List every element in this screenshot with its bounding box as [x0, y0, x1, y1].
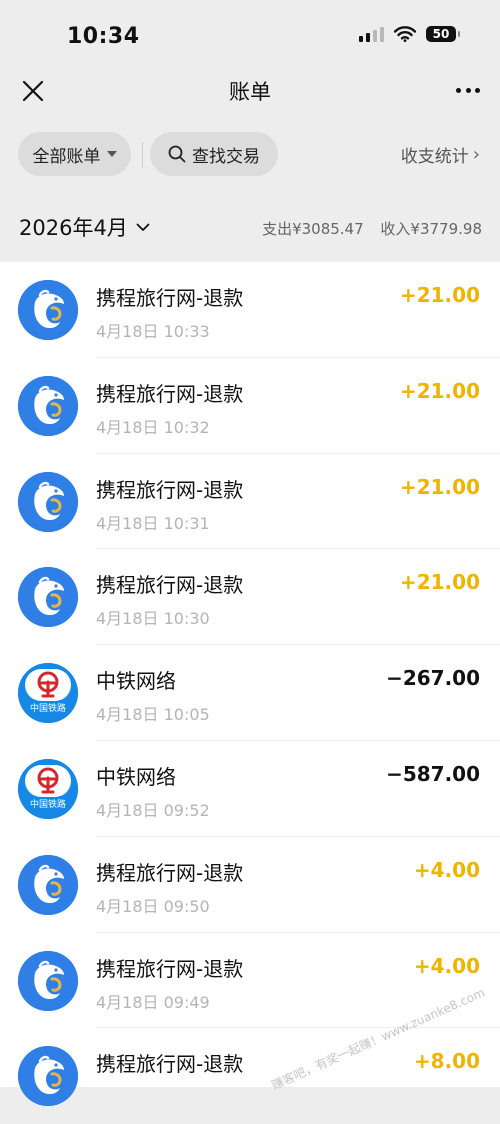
- transaction-time: 4月18日 10:31: [96, 513, 210, 533]
- chevron-right-icon: ›: [472, 144, 480, 165]
- transaction-row[interactable]: 携程旅行网-退款 +8.00: [0, 1028, 500, 1124]
- transaction-title: 中铁网络: [96, 764, 176, 789]
- transaction-title: 携程旅行网-退款: [96, 381, 244, 406]
- ctrip-dolphin-icon: [18, 471, 78, 532]
- ctrip-dolphin-icon: [18, 1046, 78, 1107]
- battery-icon: 50: [426, 26, 460, 42]
- all-bills-label: 全部账单: [32, 146, 101, 167]
- income-total: 收入¥3779.98: [380, 220, 482, 238]
- transaction-title: 携程旅行网-退款: [96, 286, 244, 310]
- chevron-down-icon: [136, 223, 150, 231]
- filter-divider: [142, 142, 143, 168]
- transaction-row[interactable]: 携程旅行网-退款 4月18日 09:50 +4.00: [0, 837, 500, 933]
- transaction-title: 中铁网络: [96, 669, 176, 694]
- china-railway-icon: 中国铁路: [18, 758, 78, 819]
- ctrip-dolphin-icon: [18, 1046, 78, 1107]
- filter-bar: 全部账单 查找交易 收支统计 ›: [0, 130, 500, 180]
- transaction-title: 携程旅行网-退款: [96, 573, 244, 598]
- more-options-icon[interactable]: [456, 80, 480, 100]
- transaction-time: 4月18日 10:32: [96, 417, 210, 437]
- transaction-time: 4月18日 09:50: [96, 896, 210, 916]
- transaction-amount: +8.00: [413, 1049, 480, 1074]
- ctrip-dolphin-icon: [18, 471, 78, 532]
- transaction-title: 携程旅行网-退款: [96, 477, 244, 502]
- search-label: 查找交易: [192, 146, 260, 167]
- transaction-amount: −267.00: [386, 666, 480, 691]
- transaction-time: 4月18日 10:30: [96, 609, 210, 629]
- all-bills-filter-button[interactable]: 全部账单: [18, 132, 131, 176]
- transaction-amount: +21.00: [399, 474, 480, 499]
- expense-total: 支出¥3085.47: [262, 220, 364, 238]
- transaction-row[interactable]: 携程旅行网-退款 4月18日 10:30 +21.00: [0, 549, 500, 646]
- china-railway-icon: 中国铁路: [18, 663, 78, 724]
- battery-level: 50: [432, 27, 450, 41]
- china-railway-icon: 中国铁路: [18, 758, 78, 819]
- month-label: 2026年4月: [19, 216, 128, 240]
- transaction-row[interactable]: 携程旅行网-退款 4月18日 10:33 +21.00: [0, 262, 500, 358]
- month-selector[interactable]: 2026年4月: [19, 212, 150, 242]
- svg-text:中国铁路: 中国铁路: [30, 798, 66, 810]
- status-icons: 50: [359, 26, 460, 42]
- transaction-amount: +4.00: [413, 857, 480, 882]
- transaction-time: 4月18日 10:05: [96, 705, 210, 725]
- transaction-time: 4月18日 09:49: [96, 992, 210, 1012]
- ctrip-dolphin-icon: [18, 854, 78, 915]
- transaction-row[interactable]: 中国铁路 中铁网络 4月18日 09:52 −587.00: [0, 741, 500, 837]
- svg-text:中国铁路: 中国铁路: [30, 702, 66, 714]
- china-railway-icon: 中国铁路: [18, 663, 78, 724]
- page-title: 账单: [229, 80, 271, 104]
- income-expense-stats-link[interactable]: 收支统计 ›: [401, 142, 480, 167]
- transaction-row[interactable]: 携程旅行网-退款 4月18日 10:32 +21.00: [0, 358, 500, 454]
- ctrip-dolphin-icon: [18, 950, 78, 1011]
- cellular-signal-icon: [359, 26, 384, 42]
- transaction-row[interactable]: 中国铁路 中铁网络 4月18日 10:05 −267.00: [0, 645, 500, 741]
- transaction-list: 携程旅行网-退款 4月18日 10:33 +21.00 携程旅行网-退款 4月18日 …: [0, 262, 500, 1124]
- ctrip-dolphin-icon: [18, 567, 78, 628]
- status-time: 10:34: [67, 24, 140, 49]
- ctrip-dolphin-icon: [18, 950, 78, 1011]
- ctrip-dolphin-icon: [18, 375, 78, 436]
- month-header: 2026年4月 支出¥3085.47 收入¥3779.98: [0, 196, 500, 262]
- status-bar: 10:34 50: [0, 0, 500, 72]
- ctrip-dolphin-icon: [18, 375, 78, 436]
- transaction-amount: +21.00: [399, 283, 480, 307]
- ctrip-dolphin-icon: [18, 280, 78, 340]
- transaction-title: 携程旅行网-退款: [96, 956, 244, 981]
- wifi-icon: [394, 26, 416, 42]
- ctrip-dolphin-icon: [18, 280, 78, 340]
- ctrip-dolphin-icon: [18, 854, 78, 915]
- transaction-amount: −587.00: [386, 761, 480, 786]
- search-transactions-button[interactable]: 查找交易: [150, 132, 278, 176]
- transaction-time: 4月18日 10:33: [96, 322, 210, 341]
- transaction-row[interactable]: 携程旅行网-退款 4月18日 10:31 +21.00: [0, 454, 500, 550]
- stats-label: 收支统计: [400, 147, 469, 167]
- transaction-amount: +21.00: [399, 378, 480, 403]
- ctrip-dolphin-icon: [18, 567, 78, 628]
- caret-down-icon: [106, 151, 117, 157]
- transaction-time: 4月18日 09:52: [96, 800, 210, 820]
- nav-bar: 账单: [0, 72, 500, 116]
- transaction-amount: +4.00: [413, 953, 480, 978]
- search-icon: [168, 145, 186, 163]
- transaction-amount: +21.00: [399, 570, 480, 595]
- transaction-title: 携程旅行网-退款: [96, 860, 244, 885]
- transaction-title: 携程旅行网-退款: [96, 1052, 244, 1077]
- month-summary: 支出¥3085.47 收入¥3779.98: [262, 218, 482, 239]
